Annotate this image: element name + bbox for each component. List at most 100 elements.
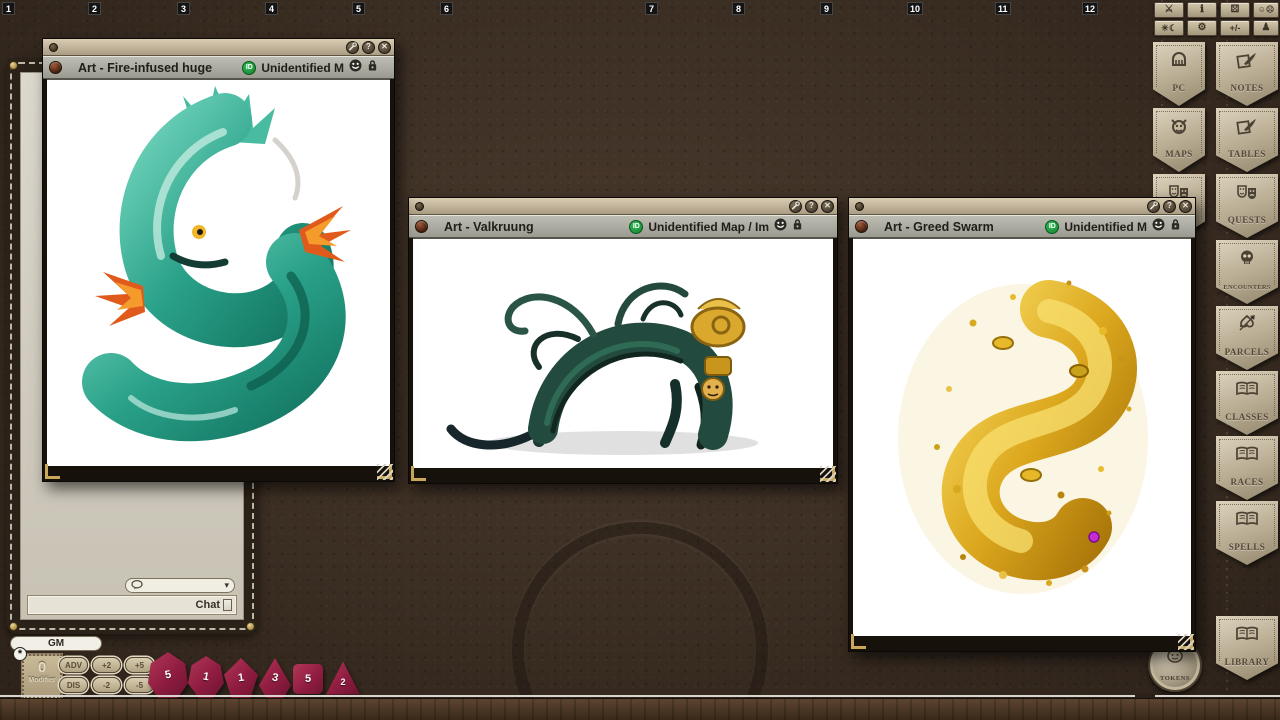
image-window-valkruung[interactable]: ? ✕ Art - Valkruung ID Unidentified Map …	[408, 197, 838, 484]
hotkey-slot-7[interactable]: 7	[645, 2, 658, 15]
chat-input[interactable]: Chat	[27, 595, 237, 615]
radial-menu-knob[interactable]	[49, 61, 62, 74]
help-button[interactable]: ?	[805, 199, 818, 213]
close-button[interactable]: ✕	[378, 40, 391, 54]
window-titlebar[interactable]: Art - Valkruung ID Unidentified Map / Im	[409, 215, 837, 238]
chevron-down-icon: ▾	[224, 580, 229, 590]
rivet	[246, 622, 255, 631]
hotkey-bar[interactable]	[0, 698, 1280, 720]
help-button[interactable]: ?	[362, 40, 375, 54]
visibility-mask-icon[interactable]	[349, 59, 362, 77]
beast-icon	[1153, 115, 1205, 135]
dis-pill[interactable]: DIS	[59, 677, 88, 693]
modifier-box[interactable]: 0 Modifier	[22, 654, 62, 698]
hotkey-slot-6[interactable]: 6	[440, 2, 453, 15]
image-content[interactable]	[47, 79, 390, 466]
sidebar-item-spells[interactable]: SPELLS	[1216, 501, 1278, 565]
hotkey-slot-2[interactable]: 2	[88, 2, 101, 15]
hotkey-slot-8[interactable]: 8	[732, 2, 745, 15]
minus2-pill[interactable]: -2	[92, 677, 121, 693]
hotkey-slot-12[interactable]: 12	[1082, 2, 1099, 15]
corner-bracket	[45, 464, 60, 479]
pin-button[interactable]	[1147, 199, 1160, 213]
image-content[interactable]	[853, 238, 1191, 636]
wrench-icon	[791, 200, 800, 212]
d10-die[interactable]: 1	[224, 658, 258, 698]
d8-die[interactable]: 3	[258, 658, 292, 698]
window-titlebar[interactable]: Art - Greed Swarm ID Unidentified M	[849, 215, 1195, 238]
window-titlebar[interactable]: Art - Fire-infused huge ID Unidentified …	[43, 56, 394, 79]
resize-grip[interactable]	[820, 466, 836, 482]
sidebar-item-notes[interactable]: NOTES	[1216, 42, 1278, 106]
sword-icon	[1216, 313, 1278, 333]
sidebar-item-label: MAPS	[1165, 149, 1193, 159]
adv-pill[interactable]: ADV	[59, 657, 88, 673]
options-button[interactable]: ⚙	[1187, 20, 1217, 36]
window-title: Art - Fire-infused huge	[78, 60, 213, 75]
resize-grip[interactable]	[1178, 634, 1194, 650]
hotkey-slot-3[interactable]: 3	[177, 2, 190, 15]
hotkey-slot-1[interactable]: 1	[2, 2, 15, 15]
help-button[interactable]: ?	[1163, 199, 1176, 213]
modifiers-button[interactable]: +/-	[1220, 20, 1250, 36]
d20-die[interactable]: 5	[148, 652, 188, 698]
visibility-mask-icon[interactable]	[774, 218, 787, 236]
sidebar-item-encounters[interactable]: ENCOUNTERS	[1216, 240, 1278, 304]
book-icon	[1216, 378, 1278, 398]
speech-bubble-icon	[131, 577, 143, 595]
hotkey-slot-4[interactable]: 4	[265, 2, 278, 15]
sidebar-item-parcels[interactable]: PARCELS	[1216, 306, 1278, 370]
window-frame-strip[interactable]: ? ✕	[43, 39, 394, 56]
image-window-greed-swarm[interactable]: ? ✕ Art - Greed Swarm ID Unidentified M	[848, 197, 1196, 652]
party-info-button[interactable]: ℹ	[1187, 2, 1217, 18]
radial-menu-knob[interactable]	[855, 220, 868, 233]
sidebar-item-label: LIBRARY	[1224, 657, 1270, 667]
sidebar-item-library[interactable]: LIBRARY	[1216, 616, 1278, 680]
hotkey-slot-10[interactable]: 10	[907, 2, 924, 15]
chat-mode-dropdown[interactable]: ▾	[125, 578, 235, 593]
close-button[interactable]: ✕	[1179, 199, 1192, 213]
sidebar-item-maps[interactable]: MAPS	[1153, 108, 1205, 172]
sidebar-item-quests[interactable]: QUESTS	[1216, 174, 1278, 238]
pin-button[interactable]	[346, 40, 359, 54]
hotkey-slot-9[interactable]: 9	[820, 2, 833, 15]
book-icon	[1216, 508, 1278, 528]
sidebar-item-label: PARCELS	[1224, 347, 1270, 357]
sidebar-item-pc[interactable]: PC	[1153, 42, 1205, 106]
pin-button[interactable]	[789, 199, 802, 213]
radial-menu-star-button[interactable]: *	[13, 647, 27, 661]
modifier-label: Modifier	[28, 677, 56, 684]
dice-bag-button[interactable]: ⚄	[1220, 2, 1250, 18]
sidebar-item-races[interactable]: RACES	[1216, 436, 1278, 500]
lock-icon[interactable]	[1170, 218, 1181, 236]
masks-icon: ☺☹	[1257, 5, 1275, 14]
hotkey-slot-5[interactable]: 5	[352, 2, 365, 15]
sidebar-item-label: ENCOUNTERS	[1223, 284, 1271, 291]
sidebar-item-tables[interactable]: TABLES	[1216, 108, 1278, 172]
d4-die[interactable]: 2	[326, 660, 360, 696]
d6-die[interactable]: 5	[293, 664, 323, 694]
masks-button[interactable]: ☺☹	[1253, 2, 1279, 18]
image-content[interactable]	[413, 238, 833, 468]
day-night-button[interactable]: ☀☾	[1154, 20, 1184, 36]
window-frame-strip[interactable]: ? ✕	[849, 198, 1195, 215]
close-button[interactable]: ✕	[821, 199, 834, 213]
image-window-fire-infused[interactable]: ? ✕ Art - Fire-infused huge ID Unidentif…	[42, 38, 395, 482]
window-handle-dot	[49, 42, 58, 52]
crossed-swords-button[interactable]: ⚔	[1154, 2, 1184, 18]
resize-grip[interactable]	[377, 464, 393, 480]
corner-bracket	[851, 634, 866, 649]
figure-button[interactable]: ♟	[1253, 20, 1279, 36]
lock-icon[interactable]	[792, 218, 803, 236]
sidebar-item-label: TOKENS	[1160, 675, 1190, 682]
lock-icon[interactable]	[367, 59, 378, 77]
visibility-mask-icon[interactable]	[1152, 218, 1165, 236]
window-frame-strip[interactable]: ? ✕	[409, 198, 837, 215]
radial-menu-knob[interactable]	[415, 220, 428, 233]
d12-die[interactable]: 1	[188, 656, 224, 698]
book-icon	[1216, 623, 1278, 643]
sidebar-item-classes[interactable]: CLASSES	[1216, 371, 1278, 435]
hotkey-slot-11[interactable]: 11	[995, 2, 1011, 15]
plus2-pill[interactable]: +2	[92, 657, 121, 673]
party-info-icon: ℹ	[1200, 4, 1204, 15]
